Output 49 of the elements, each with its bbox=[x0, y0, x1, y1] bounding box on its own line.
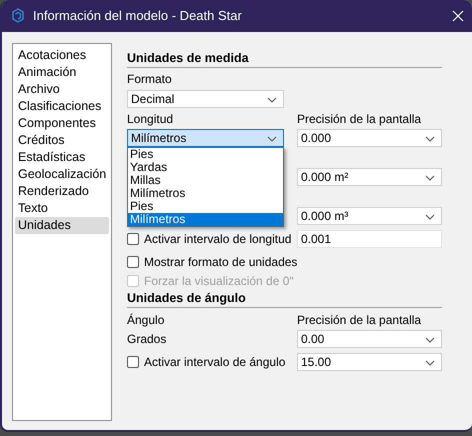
sidebar-item[interactable]: Renderizado bbox=[15, 183, 109, 200]
window-title: Información del modelo - Death Star bbox=[33, 7, 242, 26]
dropdown-option[interactable]: Yardas bbox=[128, 161, 283, 174]
sidebar-item[interactable]: Componentes bbox=[15, 115, 109, 132]
checkbox-label: Activar intervalo de longitud bbox=[144, 231, 292, 248]
checkbox[interactable] bbox=[127, 256, 139, 268]
section-heading: Unidades de ángulo bbox=[127, 291, 442, 308]
chevron-icon bbox=[267, 97, 277, 103]
dropdown-option[interactable]: Pies bbox=[128, 148, 283, 161]
precision-dropdown[interactable]: 0.000 m² bbox=[297, 168, 442, 186]
dropdown-option[interactable]: Millas bbox=[128, 174, 283, 187]
chevron-icon bbox=[425, 360, 435, 366]
checkbox-label: Forzar la visualización de 0" bbox=[144, 273, 294, 290]
field-label: Grados bbox=[127, 331, 168, 348]
close-icon[interactable] bbox=[452, 10, 464, 22]
chevron-icon bbox=[425, 175, 435, 181]
checkbox[interactable] bbox=[127, 233, 139, 245]
sidebar-item[interactable]: Geolocalización bbox=[15, 166, 109, 183]
field-label: Ángulo bbox=[127, 313, 166, 327]
field-label: Longitud bbox=[127, 112, 174, 126]
precision-dropdown[interactable]: 0.00 bbox=[297, 330, 442, 348]
field-label: Precisión de la pantalla bbox=[297, 313, 422, 327]
snap-dropdown[interactable]: 15.00 bbox=[297, 353, 442, 371]
sidebar-item[interactable]: Créditos bbox=[15, 132, 109, 149]
checkbox-label: Activar intervalo de ángulo bbox=[144, 354, 286, 371]
sidebar-item[interactable]: Unidades bbox=[15, 217, 109, 234]
sidebar-item[interactable]: Texto bbox=[15, 200, 109, 217]
dropdown-option[interactable]: Milímetros bbox=[128, 187, 283, 200]
chevron-icon bbox=[425, 136, 435, 142]
field-label: Precisión de la pantalla bbox=[297, 112, 422, 126]
chevron-icon bbox=[425, 337, 435, 343]
sidebar-item[interactable]: Animación bbox=[15, 64, 109, 81]
dropdown-option[interactable]: Pies bbox=[128, 200, 283, 213]
chevron-icon bbox=[425, 214, 435, 220]
checkbox[interactable] bbox=[127, 356, 139, 368]
sidebar-item[interactable]: Archivo bbox=[15, 81, 109, 98]
sidebar-item[interactable]: Acotaciones bbox=[15, 47, 109, 64]
chevron-icon bbox=[267, 136, 277, 142]
sidebar-item[interactable]: Clasificaciones bbox=[15, 98, 109, 115]
checkbox-label: Mostrar formato de unidades bbox=[144, 254, 298, 271]
dropdown-option[interactable]: Milímetros bbox=[128, 213, 283, 226]
format-dropdown[interactable]: Decimal bbox=[127, 90, 284, 108]
input-field[interactable]: 0.001 bbox=[297, 230, 442, 248]
precision-dropdown[interactable]: 0.000 m³ bbox=[297, 207, 442, 225]
section-heading: Unidades de medida bbox=[127, 51, 442, 68]
precision-dropdown[interactable]: 0.000 bbox=[297, 129, 442, 147]
field-label: Formato bbox=[127, 72, 173, 86]
logo-icon bbox=[10, 8, 26, 24]
sidebar-item[interactable]: Estadísticas bbox=[15, 149, 109, 166]
